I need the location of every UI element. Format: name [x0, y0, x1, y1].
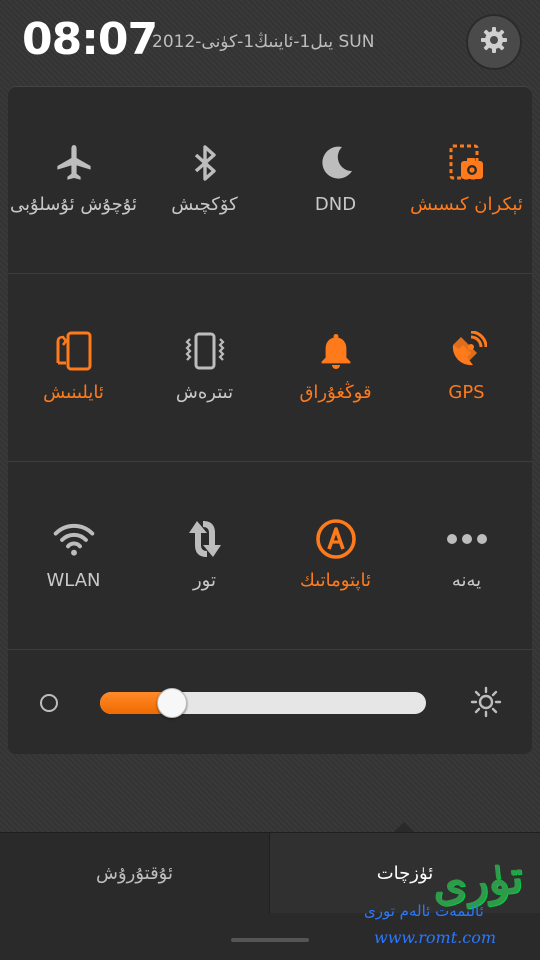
- toggle-label: تور: [192, 570, 216, 591]
- toggle-screenshot[interactable]: ئېكران كىسىش: [401, 86, 532, 274]
- toggle-label: WLAN: [46, 570, 101, 591]
- toggle-label: ئاپتوماتىك: [300, 570, 371, 591]
- gps-icon: [446, 330, 488, 372]
- screenshot-icon: [446, 142, 488, 184]
- toggle-gps[interactable]: GPS: [401, 274, 532, 462]
- toggle-row-3: WLAN تور ئاپتوماتىك يەنە: [8, 462, 532, 650]
- toggle-label: ئېكران كىسىش: [410, 194, 523, 215]
- brightness-high-icon: [470, 686, 502, 722]
- more-dots-icon: [446, 518, 488, 560]
- tab-notifications[interactable]: ئۇقتۇرۇش: [0, 833, 270, 913]
- toggle-label: ئايلىنىش: [43, 382, 104, 403]
- vibrate-icon: [184, 330, 226, 372]
- gear-icon: [478, 24, 510, 60]
- toggle-mobile-data[interactable]: تور: [139, 462, 270, 650]
- watermark-url: www.romt.com: [374, 928, 497, 947]
- toggle-bluetooth[interactable]: كۆكچىش: [139, 86, 270, 274]
- brightness-slider-thumb[interactable]: [157, 688, 187, 718]
- toggle-wlan[interactable]: WLAN: [8, 462, 139, 650]
- toggle-label: GPS: [448, 382, 485, 403]
- toggle-label: ئۇچۇش ئۇسلۇبى: [9, 194, 138, 215]
- toggle-auto-brightness[interactable]: ئاپتوماتىك: [270, 462, 401, 650]
- status-header: 08:07 2012-يىل1-ئاينىڭ1-كۈنى SUN: [0, 0, 540, 84]
- quick-settings-panel: ئۇچۇش ئۇسلۇبى كۆكچىش DND ئېكران كىسىش ئا…: [8, 86, 532, 754]
- moon-icon: [315, 142, 357, 184]
- data-sync-icon: [184, 518, 226, 560]
- airplane-icon: [53, 142, 95, 184]
- toggle-label: كۆكچىش: [171, 194, 238, 215]
- toggle-row-2: ئايلىنىش تىترەش قوڭغۇراق GPS: [8, 274, 532, 462]
- toggle-label: يەنە: [451, 570, 482, 591]
- toggle-airplane-mode[interactable]: ئۇچۇش ئۇسلۇبى: [8, 86, 139, 274]
- watermark-text: ئالىمەت ئالەم تورى: [364, 902, 484, 920]
- date-text: 2012-يىل1-ئاينىڭ1-كۈنى SUN: [152, 32, 375, 52]
- brightness-low-icon: [40, 694, 58, 712]
- clock: 08:07: [22, 14, 158, 65]
- brightness-control: [8, 650, 532, 754]
- toggle-label: DND: [314, 194, 357, 215]
- drag-handle[interactable]: [231, 938, 309, 942]
- watermark-logo: تۈرى ئالىمەت ئالەم تورى www.romt.com: [360, 851, 540, 960]
- toggle-vibrate[interactable]: تىترەش: [139, 274, 270, 462]
- toggle-row-1: ئۇچۇش ئۇسلۇبى كۆكچىش DND ئېكران كىسىش: [8, 86, 532, 274]
- toggle-label: تىترەش: [175, 382, 234, 403]
- rotation-icon: [53, 330, 95, 372]
- bluetooth-icon: [184, 142, 226, 184]
- toggle-label: قوڭغۇراق: [299, 382, 372, 403]
- auto-brightness-icon: [315, 518, 357, 560]
- wifi-icon: [53, 518, 95, 560]
- bell-icon: [315, 330, 357, 372]
- toggle-dnd[interactable]: DND: [270, 86, 401, 274]
- toggle-rotation[interactable]: ئايلىنىش: [8, 274, 139, 462]
- brightness-slider-track[interactable]: [100, 692, 426, 714]
- toggle-more[interactable]: يەنە: [401, 462, 532, 650]
- settings-button[interactable]: [466, 14, 522, 70]
- toggle-ringer[interactable]: قوڭغۇراق: [270, 274, 401, 462]
